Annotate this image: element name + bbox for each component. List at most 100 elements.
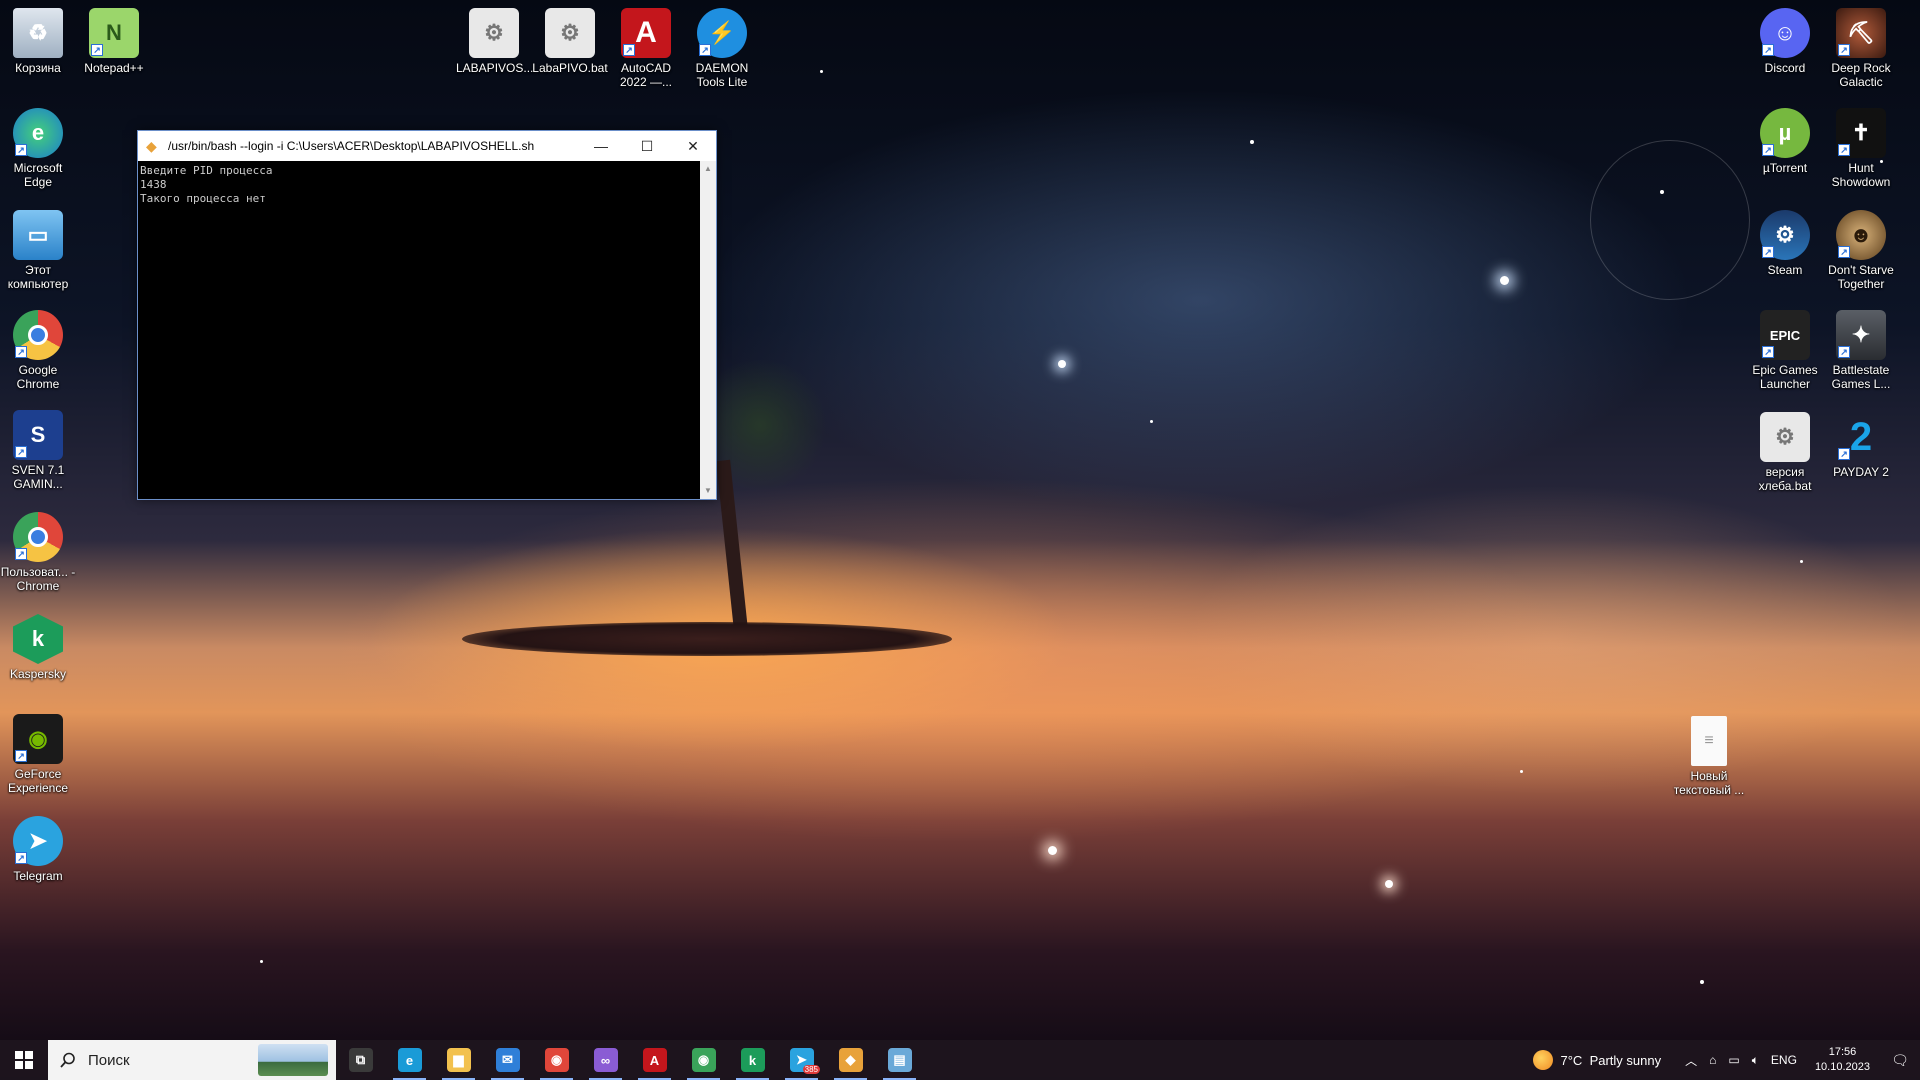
desktop-icon-discord[interactable]: ☺ ↗ Discord: [1747, 8, 1823, 75]
desktop-icon-battlestate[interactable]: ✦ ↗ Battlestate Games L...: [1823, 310, 1899, 391]
desktop-icon-hunt[interactable]: ✝ ↗ Hunt Showdown: [1823, 108, 1899, 189]
terminal-output[interactable]: Введите PID процесса 1438 Такого процесс…: [138, 161, 702, 499]
taskbar-app-visual-studio[interactable]: ∞: [581, 1040, 630, 1080]
chrome-profile-icon: ◉: [691, 1048, 716, 1072]
weather-widget[interactable]: 7°C Partly sunny: [1532, 1050, 1662, 1070]
desktop-icon-notepadpp[interactable]: N ↗ Notepad++: [76, 8, 152, 75]
git-bash-icon: ◆: [146, 138, 157, 154]
clock[interactable]: 17:56 10.10.2023: [1815, 1045, 1870, 1075]
scroll-up-icon[interactable]: ▲: [700, 161, 716, 177]
desktop-icon-bread-bat[interactable]: ⚙ версия хлеба.bat: [1747, 412, 1823, 493]
start-button[interactable]: [0, 1040, 48, 1080]
battery-icon[interactable]: ▭: [1728, 1053, 1739, 1067]
notepad-icon: ▤: [887, 1048, 912, 1072]
chrome-user-icon: ↗: [13, 512, 63, 562]
clock-time: 17:56: [1828, 1046, 1857, 1058]
desktop-icon-label: Google Chrome: [16, 363, 60, 391]
desktop-icon-label: Пользоват... - Chrome: [0, 565, 76, 593]
desktop-icon-new-text[interactable]: ≡ Новый текстовый ...: [1671, 716, 1747, 797]
taskbar-app-notepad[interactable]: ▤: [875, 1040, 924, 1080]
desktop-icon-daemon-tools[interactable]: ⚡ ↗ DAEMON Tools Lite: [684, 8, 760, 89]
geforce-icon: ◉ ↗: [13, 714, 63, 764]
maximize-button[interactable]: ☐: [624, 131, 670, 161]
battlestate-icon: ✦ ↗: [1836, 310, 1886, 360]
search-icon: [60, 1052, 75, 1068]
desktop-icon-geforce[interactable]: ◉ ↗ GeForce Experience: [0, 714, 76, 795]
deep-rock-icon: ⛏ ↗: [1836, 8, 1886, 58]
this-pc-icon: ▭: [13, 210, 63, 260]
desktop-icon-label: Deep Rock Galactic: [1831, 61, 1891, 89]
desktop-icon-steam[interactable]: ⚙ ↗ Steam: [1747, 210, 1823, 277]
desktop-icon-autocad[interactable]: A ↗ AutoCAD 2022 —...: [608, 8, 684, 89]
desktop-icon-utorrent[interactable]: µ ↗ µTorrent: [1747, 108, 1823, 175]
terminal-scrollbar[interactable]: ▲ ▼: [700, 161, 716, 499]
task-view-icon: ⧉: [348, 1048, 373, 1072]
network-icon[interactable]: ⌂: [1709, 1053, 1716, 1067]
daemon-tools-icon: ⚡ ↗: [697, 8, 747, 58]
batch-file-icon: ⚙: [545, 8, 595, 58]
close-button[interactable]: ✕: [670, 131, 716, 161]
taskbar-app-task-view[interactable]: ⧉: [336, 1040, 385, 1080]
desktop-icon-label: Battlestate Games L...: [1831, 363, 1891, 391]
desktop-icon-sven[interactable]: S ↗ SVEN 7.1 GAMIN...: [0, 410, 76, 491]
desktop-icon-label: Epic Games Launcher: [1752, 363, 1818, 391]
volume-icon[interactable]: 🔈︎: [1752, 1053, 1759, 1068]
terminal-line: 1438: [140, 178, 167, 191]
sven-icon: S ↗: [13, 410, 63, 460]
desktop-icon-deep-rock[interactable]: ⛏ ↗ Deep Rock Galactic: [1823, 8, 1899, 89]
chrome-icon: ↗: [13, 310, 63, 360]
taskbar-app-file-explorer[interactable]: ▆: [434, 1040, 483, 1080]
chevron-up-icon[interactable]: ︿: [1685, 1052, 1697, 1069]
desktop-icon-label: PAYDAY 2: [1833, 465, 1889, 479]
desktop-icon-chrome-user[interactable]: ↗ Пользоват... - Chrome: [0, 512, 76, 593]
desktop-icon-labapivos[interactable]: ⚙ LABAPIVOS...: [456, 8, 533, 75]
terminal-titlebar[interactable]: ◆ /usr/bin/bash --login -i C:\Users\ACER…: [138, 131, 716, 161]
weather-temp: 7°C: [1560, 1052, 1583, 1068]
taskbar-app-edge[interactable]: e: [385, 1040, 434, 1080]
desktop-icon-epic-games[interactable]: EPIC ↗ Epic Games Launcher: [1747, 310, 1823, 391]
desktop-icon-payday[interactable]: 2 ↗ PAYDAY 2: [1823, 412, 1899, 480]
terminal-line: Введите PID процесса: [140, 164, 273, 177]
batch-file-icon: ⚙: [469, 8, 519, 58]
weather-text: Partly sunny: [1589, 1052, 1662, 1068]
taskbar-app-git-bash[interactable]: ◆: [826, 1040, 875, 1080]
desktop-icon-recycle-bin[interactable]: ♻ Корзина: [0, 8, 76, 75]
windows-icon: [15, 1051, 33, 1069]
desktop-icon-labapivo-bat[interactable]: ⚙ LabaPIVO.bat: [532, 8, 608, 75]
desktop-icon-dont-starve[interactable]: ☻ ↗ Don't Starve Together: [1823, 210, 1899, 291]
minimize-button[interactable]: —: [578, 131, 624, 161]
desktop-icon-chrome[interactable]: ↗ Google Chrome: [0, 310, 76, 391]
visual-studio-icon: ∞: [593, 1048, 618, 1072]
chrome-icon: ◉: [544, 1048, 569, 1072]
desktop-icon-kaspersky[interactable]: k Kaspersky: [0, 614, 76, 681]
taskbar-app-autocad[interactable]: A: [630, 1040, 679, 1080]
taskbar-app-mail[interactable]: ✉: [483, 1040, 532, 1080]
scroll-down-icon[interactable]: ▼: [700, 483, 716, 499]
search-placeholder: Поиск: [88, 1051, 130, 1069]
text-file-icon: ≡: [1691, 716, 1727, 766]
recycle-bin-icon: ♻: [13, 8, 63, 58]
edge-icon: e ↗: [13, 108, 63, 158]
terminal-line: Такого процесса нет: [140, 192, 266, 205]
desktop-icon-edge[interactable]: e ↗ Microsoft Edge: [0, 108, 76, 189]
desktop-icon-label: Telegram: [13, 869, 63, 883]
unread-badge: 385: [802, 1065, 820, 1074]
taskbar-app-chrome-profile[interactable]: ◉: [679, 1040, 728, 1080]
terminal-window[interactable]: ◆ /usr/bin/bash --login -i C:\Users\ACER…: [137, 130, 717, 500]
language-indicator[interactable]: ENG: [1771, 1053, 1797, 1067]
search-box[interactable]: Поиск: [48, 1040, 336, 1080]
desktop-icon-label: Этот компьютер: [7, 263, 69, 291]
notification-center-button[interactable]: 🗨︎: [1880, 1052, 1920, 1069]
desktop-icon-label: GeForce Experience: [7, 767, 69, 795]
discord-icon: ☺ ↗: [1760, 8, 1810, 58]
mail-icon: ✉: [495, 1048, 520, 1072]
taskbar-app-kaspersky[interactable]: k: [728, 1040, 777, 1080]
steam-icon: ⚙ ↗: [1760, 210, 1810, 260]
taskbar-app-telegram[interactable]: ➤ 385: [777, 1040, 826, 1080]
desktop-icon-telegram[interactable]: ➤ ↗ Telegram: [0, 816, 76, 883]
desktop-icon-this-pc[interactable]: ▭ Этот компьютер: [0, 210, 76, 291]
taskbar-apps: ⧉ e ▆ ✉ ◉ ∞ A ◉ k ➤ 385 ◆ ▤: [336, 1040, 924, 1080]
autocad-icon: A: [642, 1048, 667, 1072]
taskbar-app-chrome[interactable]: ◉: [532, 1040, 581, 1080]
desktop-icon-label: Microsoft Edge: [13, 161, 63, 189]
